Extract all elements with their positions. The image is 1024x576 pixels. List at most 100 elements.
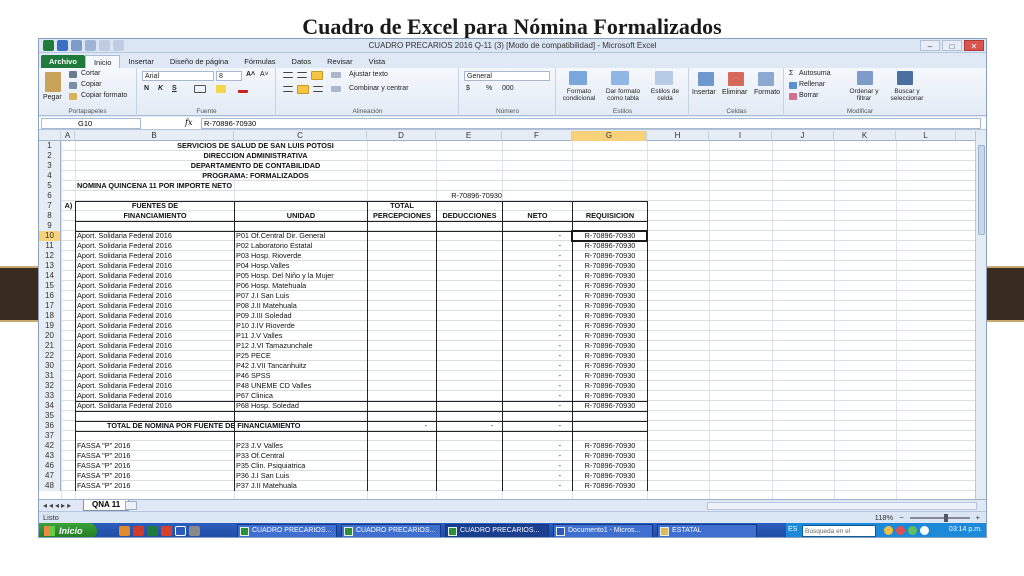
column-header-g[interactable]: G [572,131,647,141]
cell-b18[interactable]: Aport. Solidaria Federal 2016 [77,311,233,321]
cell-g12[interactable]: R-70896-70930 [574,251,646,261]
cell-c31[interactable]: P46 SPSS [236,371,366,381]
row-header[interactable]: 20 [39,331,61,341]
cell-f15[interactable]: - [504,281,571,291]
align-top-icon[interactable] [283,72,293,78]
tab-review[interactable]: Revisar [319,55,360,68]
row-header[interactable]: 31 [39,371,61,381]
row-header[interactable]: 43 [39,451,61,461]
cell-c10[interactable]: P01 Of.Central Dir. General [236,231,366,241]
row-header[interactable]: 13 [39,261,61,271]
align-center-icon[interactable] [297,85,309,94]
cell-c19[interactable]: P10 J.IV Rioverde [236,321,366,331]
cell-f48[interactable]: - [504,481,571,491]
row-header[interactable]: 47 [39,471,61,481]
cell-b11[interactable]: Aport. Solidaria Federal 2016 [77,241,233,251]
cell-g30[interactable]: R-70896-70930 [574,361,646,371]
row-header[interactable]: 35 [39,411,61,421]
cell-b20[interactable]: Aport. Solidaria Federal 2016 [77,331,233,341]
language-indicator[interactable]: ES [788,526,797,533]
cut-button[interactable]: Cortar [81,70,100,77]
maximize-button[interactable]: □ [942,40,962,51]
taskbar-item[interactable]: ESTATAL [657,524,757,537]
cell-c42[interactable]: P23 J.V Valles [236,441,366,451]
tab-view[interactable]: Vista [361,55,394,68]
row-header[interactable]: 46 [39,461,61,471]
cell-f10[interactable]: - [504,231,571,241]
row-header[interactable]: 48 [39,481,61,491]
row-header[interactable]: 34 [39,401,61,411]
row-header[interactable]: 32 [39,381,61,391]
align-bottom-icon[interactable] [311,71,323,80]
italic-button[interactable]: K [158,85,163,92]
zoom-slider[interactable] [909,513,970,522]
cell-f46[interactable]: - [504,461,571,471]
cell-b46[interactable]: FASSA "P" 2016 [77,461,233,471]
cell-b8[interactable]: FINANCIAMIENTO [77,211,233,221]
cell-c14[interactable]: P05 Hosp. Del Niño y la Mujer [236,271,366,281]
taskbar-item[interactable]: CUADRO PRECARIOS... [341,524,441,537]
sort-filter-icon[interactable] [857,71,873,85]
cell-c34[interactable]: P68 Hosp. Soledad [236,401,366,411]
cell-d8[interactable]: PERCEPCIONES [369,211,435,221]
cell-b22[interactable]: Aport. Solidaria Federal 2016 [77,351,233,361]
conditional-format-icon[interactable] [569,71,587,85]
cell-b12[interactable]: Aport. Solidaria Federal 2016 [77,251,233,261]
cell-f11[interactable]: - [504,241,571,251]
currency-button[interactable]: $ [466,85,470,92]
cell-g46[interactable]: R-70896-70930 [574,461,646,471]
cell-g34[interactable]: R-70896-70930 [574,401,646,411]
row-header[interactable]: 5 [39,181,61,191]
zoom-in-button[interactable]: + [976,513,980,522]
quicklaunch-icon[interactable] [147,526,158,536]
cell-f20[interactable]: - [504,331,571,341]
name-box[interactable]: G10 [41,118,141,129]
cell-styles-icon[interactable] [655,71,673,85]
cell-b48[interactable]: FASSA "P" 2016 [77,481,233,491]
row-header[interactable]: 17 [39,301,61,311]
cell-c48[interactable]: P37 J.II Matehuala [236,481,366,491]
column-header-d[interactable]: D [367,131,436,141]
cell-c21[interactable]: P12 J.VI Tamazunchale [236,341,366,351]
cell-f42[interactable]: - [504,441,571,451]
tray-icon[interactable] [896,526,905,535]
cell-f8[interactable]: NETO [504,211,571,221]
select-all-button[interactable] [39,131,61,141]
cell-g31[interactable]: R-70896-70930 [574,371,646,381]
column-header-i[interactable]: I [709,131,772,141]
cell-c15[interactable]: P06 Hosp. Matehuala [236,281,366,291]
cell-g16[interactable]: R-70896-70930 [574,291,646,301]
fill-icon[interactable] [789,82,797,89]
cell-c11[interactable]: P02 Laboratorio Estatal [236,241,366,251]
cell-c2[interactable]: DIRECCION ADMINISTRATIVA [75,151,436,161]
zoom-level[interactable]: 118% [875,513,894,522]
autosum-icon[interactable]: Σ [789,70,793,77]
cell-d7[interactable]: TOTAL [369,201,435,211]
row-header[interactable]: 1 [39,141,61,151]
format-as-table-icon[interactable] [611,71,629,85]
cell-d36[interactable]: - [369,421,435,431]
column-header-l[interactable]: L [896,131,956,141]
indent-icon[interactable] [331,86,341,92]
cell-f32[interactable]: - [504,381,571,391]
taskbar-item[interactable]: Documento1 - Micros... [553,524,653,537]
cell-g22[interactable]: R-70896-70930 [574,351,646,361]
tray-icon[interactable] [908,526,917,535]
cell-b43[interactable]: FASSA "P" 2016 [77,451,233,461]
borders-icon[interactable] [194,85,206,93]
column-header-e[interactable]: E [436,131,502,141]
cell-c46[interactable]: P35 Clin. Psiquiatrica [236,461,366,471]
cell-b31[interactable]: Aport. Solidaria Federal 2016 [77,371,233,381]
row-header[interactable]: 7 [39,201,61,211]
format-painter-button[interactable]: Copiar formato [81,92,127,99]
clock[interactable]: 03:14 p.m. [949,526,982,533]
sheet-tab-qna11[interactable]: QNA 11 [83,500,130,511]
insert-cells-icon[interactable] [698,72,714,86]
cell-f33[interactable]: - [504,391,571,401]
horizontal-scrollbar[interactable] [707,502,977,510]
zoom-knob[interactable] [943,513,948,522]
new-sheet-icon[interactable] [125,501,137,510]
cell-b34[interactable]: Aport. Solidaria Federal 2016 [77,401,233,411]
cell-g8[interactable]: REQUISICION [574,211,646,221]
align-middle-icon[interactable] [297,72,307,78]
